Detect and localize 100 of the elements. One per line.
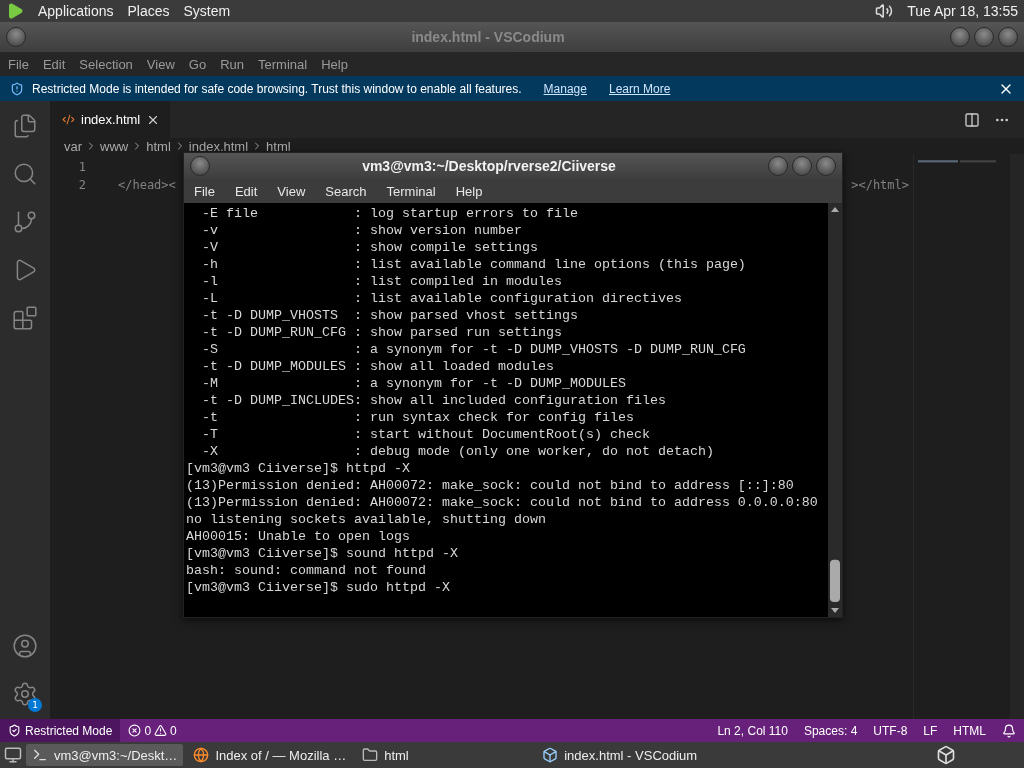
cube-icon xyxy=(542,747,559,763)
notification-badge: 1 xyxy=(28,698,42,712)
terminal-line: -t -D DUMP_RUN_CFG : show parsed run settings xyxy=(201,324,563,341)
code-text: ></html> xyxy=(851,178,909,192)
status-text: 0 xyxy=(144,723,152,738)
taskbar-item[interactable]: html xyxy=(356,744,415,766)
terminal-line: bash: sound: command not found xyxy=(186,562,427,579)
menu-item[interactable]: Search xyxy=(325,183,367,199)
close-button[interactable] xyxy=(998,27,1018,47)
window-menu-button[interactable] xyxy=(6,27,26,47)
menu-item[interactable]: Selection xyxy=(79,56,133,72)
play-icon xyxy=(6,2,24,20)
terminal-line: AH00015: Unable to open logs xyxy=(186,528,411,545)
scrollbar[interactable] xyxy=(1010,154,1024,719)
window-menu-button[interactable] xyxy=(190,156,210,176)
minimize-button[interactable] xyxy=(768,156,788,176)
menu-item[interactable]: Run xyxy=(220,56,244,72)
terminal-line: -t : run syntax check for config files xyxy=(201,409,635,426)
breadcrumb[interactable]: index.html xyxy=(188,138,249,154)
editor-tab[interactable]: index.html xyxy=(50,101,171,138)
terminal-line: -t -D DUMP_INCLUDES: show all included configuration files xyxy=(201,392,667,409)
panel-menu[interactable]: Places xyxy=(127,3,170,19)
settings-icon[interactable] xyxy=(12,681,38,707)
breadcrumb[interactable]: html xyxy=(266,138,291,154)
terminal-line: -V : show compile settings xyxy=(201,239,539,256)
terminal-line: -L : list available configuration directives xyxy=(201,290,683,307)
terminal-line: -v : show version number xyxy=(201,222,523,239)
bell-icon[interactable] xyxy=(1002,723,1016,738)
status-item[interactable]: HTML xyxy=(945,723,994,738)
menu-item[interactable]: View xyxy=(146,56,175,72)
taskbar-item[interactable]: vm3@vm3:~/Deskt… xyxy=(26,744,184,766)
breadcrumb[interactable]: www xyxy=(100,138,129,154)
menu-item[interactable]: Terminal xyxy=(258,56,308,72)
menu-item[interactable]: File xyxy=(194,183,215,199)
terminal-line: (13)Permission denied: AH00072: make_sock: could not bind to address 0.0.0.0:80 xyxy=(186,494,819,511)
folder-icon xyxy=(362,747,379,763)
terminal-line: -h : list available command line options (this page) xyxy=(201,256,747,273)
status-text: Restricted Mode xyxy=(25,723,113,738)
menu-item[interactable]: File xyxy=(8,56,29,72)
terminal-line: -M : a synonym for -t -D DUMP_MODULES xyxy=(201,375,627,392)
terminal-icon xyxy=(32,747,48,763)
maximize-button[interactable] xyxy=(792,156,812,176)
terminal-line: [vm3@vm3 Ciiverse]$ httpd -X xyxy=(186,460,411,477)
desktop-icon[interactable] xyxy=(4,746,22,764)
breadcrumb[interactable]: html xyxy=(146,138,171,154)
terminal-line: -T : start without DocumentRoot(s) check xyxy=(201,426,651,443)
menu-item[interactable]: View xyxy=(277,183,306,199)
banner-message: Restricted Mode is intended for safe code browsing. Trust this window to enable all features. xyxy=(32,81,522,96)
terminal-line: no listening sockets available, shutting down xyxy=(186,511,547,528)
extensions-icon[interactable] xyxy=(12,305,38,331)
files-icon[interactable] xyxy=(12,113,38,139)
search-icon[interactable] xyxy=(12,161,38,187)
menu-item[interactable]: Edit xyxy=(234,183,258,199)
menu-item[interactable]: Help xyxy=(455,183,483,199)
restricted-mode-indicator[interactable]: Restricted Mode xyxy=(0,719,121,742)
panel-menu[interactable]: System xyxy=(183,3,231,19)
shield-icon xyxy=(8,724,21,737)
shield-icon xyxy=(10,81,24,96)
taskbar-item[interactable]: Index of / — Mozilla … xyxy=(187,744,353,766)
taskbar-label: index.html - VSCodium xyxy=(564,747,698,763)
menu-item[interactable]: Help xyxy=(321,56,348,72)
speaker-icon[interactable] xyxy=(875,2,894,20)
status-item[interactable]: UTF-8 xyxy=(865,723,916,738)
code-icon xyxy=(62,113,75,126)
banner-link[interactable]: Manage xyxy=(543,81,587,96)
close-button[interactable] xyxy=(816,156,836,176)
status-item[interactable]: Spaces: 4 xyxy=(795,723,866,738)
taskbar-item[interactable]: index.html - VSCodium xyxy=(418,744,821,766)
globe-icon xyxy=(193,747,210,763)
terminal-line: -E file : log startup errors to file xyxy=(201,205,579,222)
taskbar-label: vm3@vm3:~/Deskt… xyxy=(54,747,178,763)
status-text: 0 xyxy=(170,723,177,738)
terminal-line: -t -D DUMP_MODULES : show all loaded modules xyxy=(201,358,555,375)
terminal-line: -l : list compiled in modules xyxy=(201,273,563,290)
workspace-icon[interactable] xyxy=(936,745,956,765)
branch-icon[interactable] xyxy=(12,209,38,235)
taskbar-label: html xyxy=(384,747,409,763)
menu-item[interactable]: Go xyxy=(188,56,207,72)
terminal-line: -t -D DUMP_VHOSTS : show parsed vhost settings xyxy=(201,307,579,324)
code-text: </head>< xyxy=(118,178,176,192)
error-icon xyxy=(128,724,142,737)
banner-link[interactable]: Learn More xyxy=(608,81,671,96)
menu-item[interactable]: Edit xyxy=(42,56,66,72)
account-icon[interactable] xyxy=(12,633,38,659)
scrollbar[interactable] xyxy=(828,203,842,617)
terminal-line: -S : a synonym for -t -D DUMP_VHOSTS -D DUMP_RUN_CFG xyxy=(201,341,747,358)
split-editor-icon[interactable] xyxy=(964,111,980,128)
taskbar-label: Index of / — Mozilla … xyxy=(215,747,347,763)
menu-item[interactable]: Terminal xyxy=(386,183,436,199)
clock: Tue Apr 18, 13:55 xyxy=(907,3,1018,19)
problems-indicator[interactable]: 0 0 xyxy=(120,723,185,738)
minimize-button[interactable] xyxy=(950,27,970,47)
line-number: 2 xyxy=(77,178,86,192)
maximize-button[interactable] xyxy=(974,27,994,47)
panel-menu[interactable]: Applications xyxy=(38,3,114,19)
status-item[interactable]: Ln 2, Col 110 xyxy=(709,723,796,738)
breadcrumb[interactable]: var xyxy=(64,138,83,154)
terminal-line: -X : debug mode (only one worker, do not detach) xyxy=(201,443,715,460)
status-item[interactable]: LF xyxy=(915,723,946,738)
window-title: vm3@vm3:~/Desktop/rverse2/Ciiverse xyxy=(361,158,617,174)
